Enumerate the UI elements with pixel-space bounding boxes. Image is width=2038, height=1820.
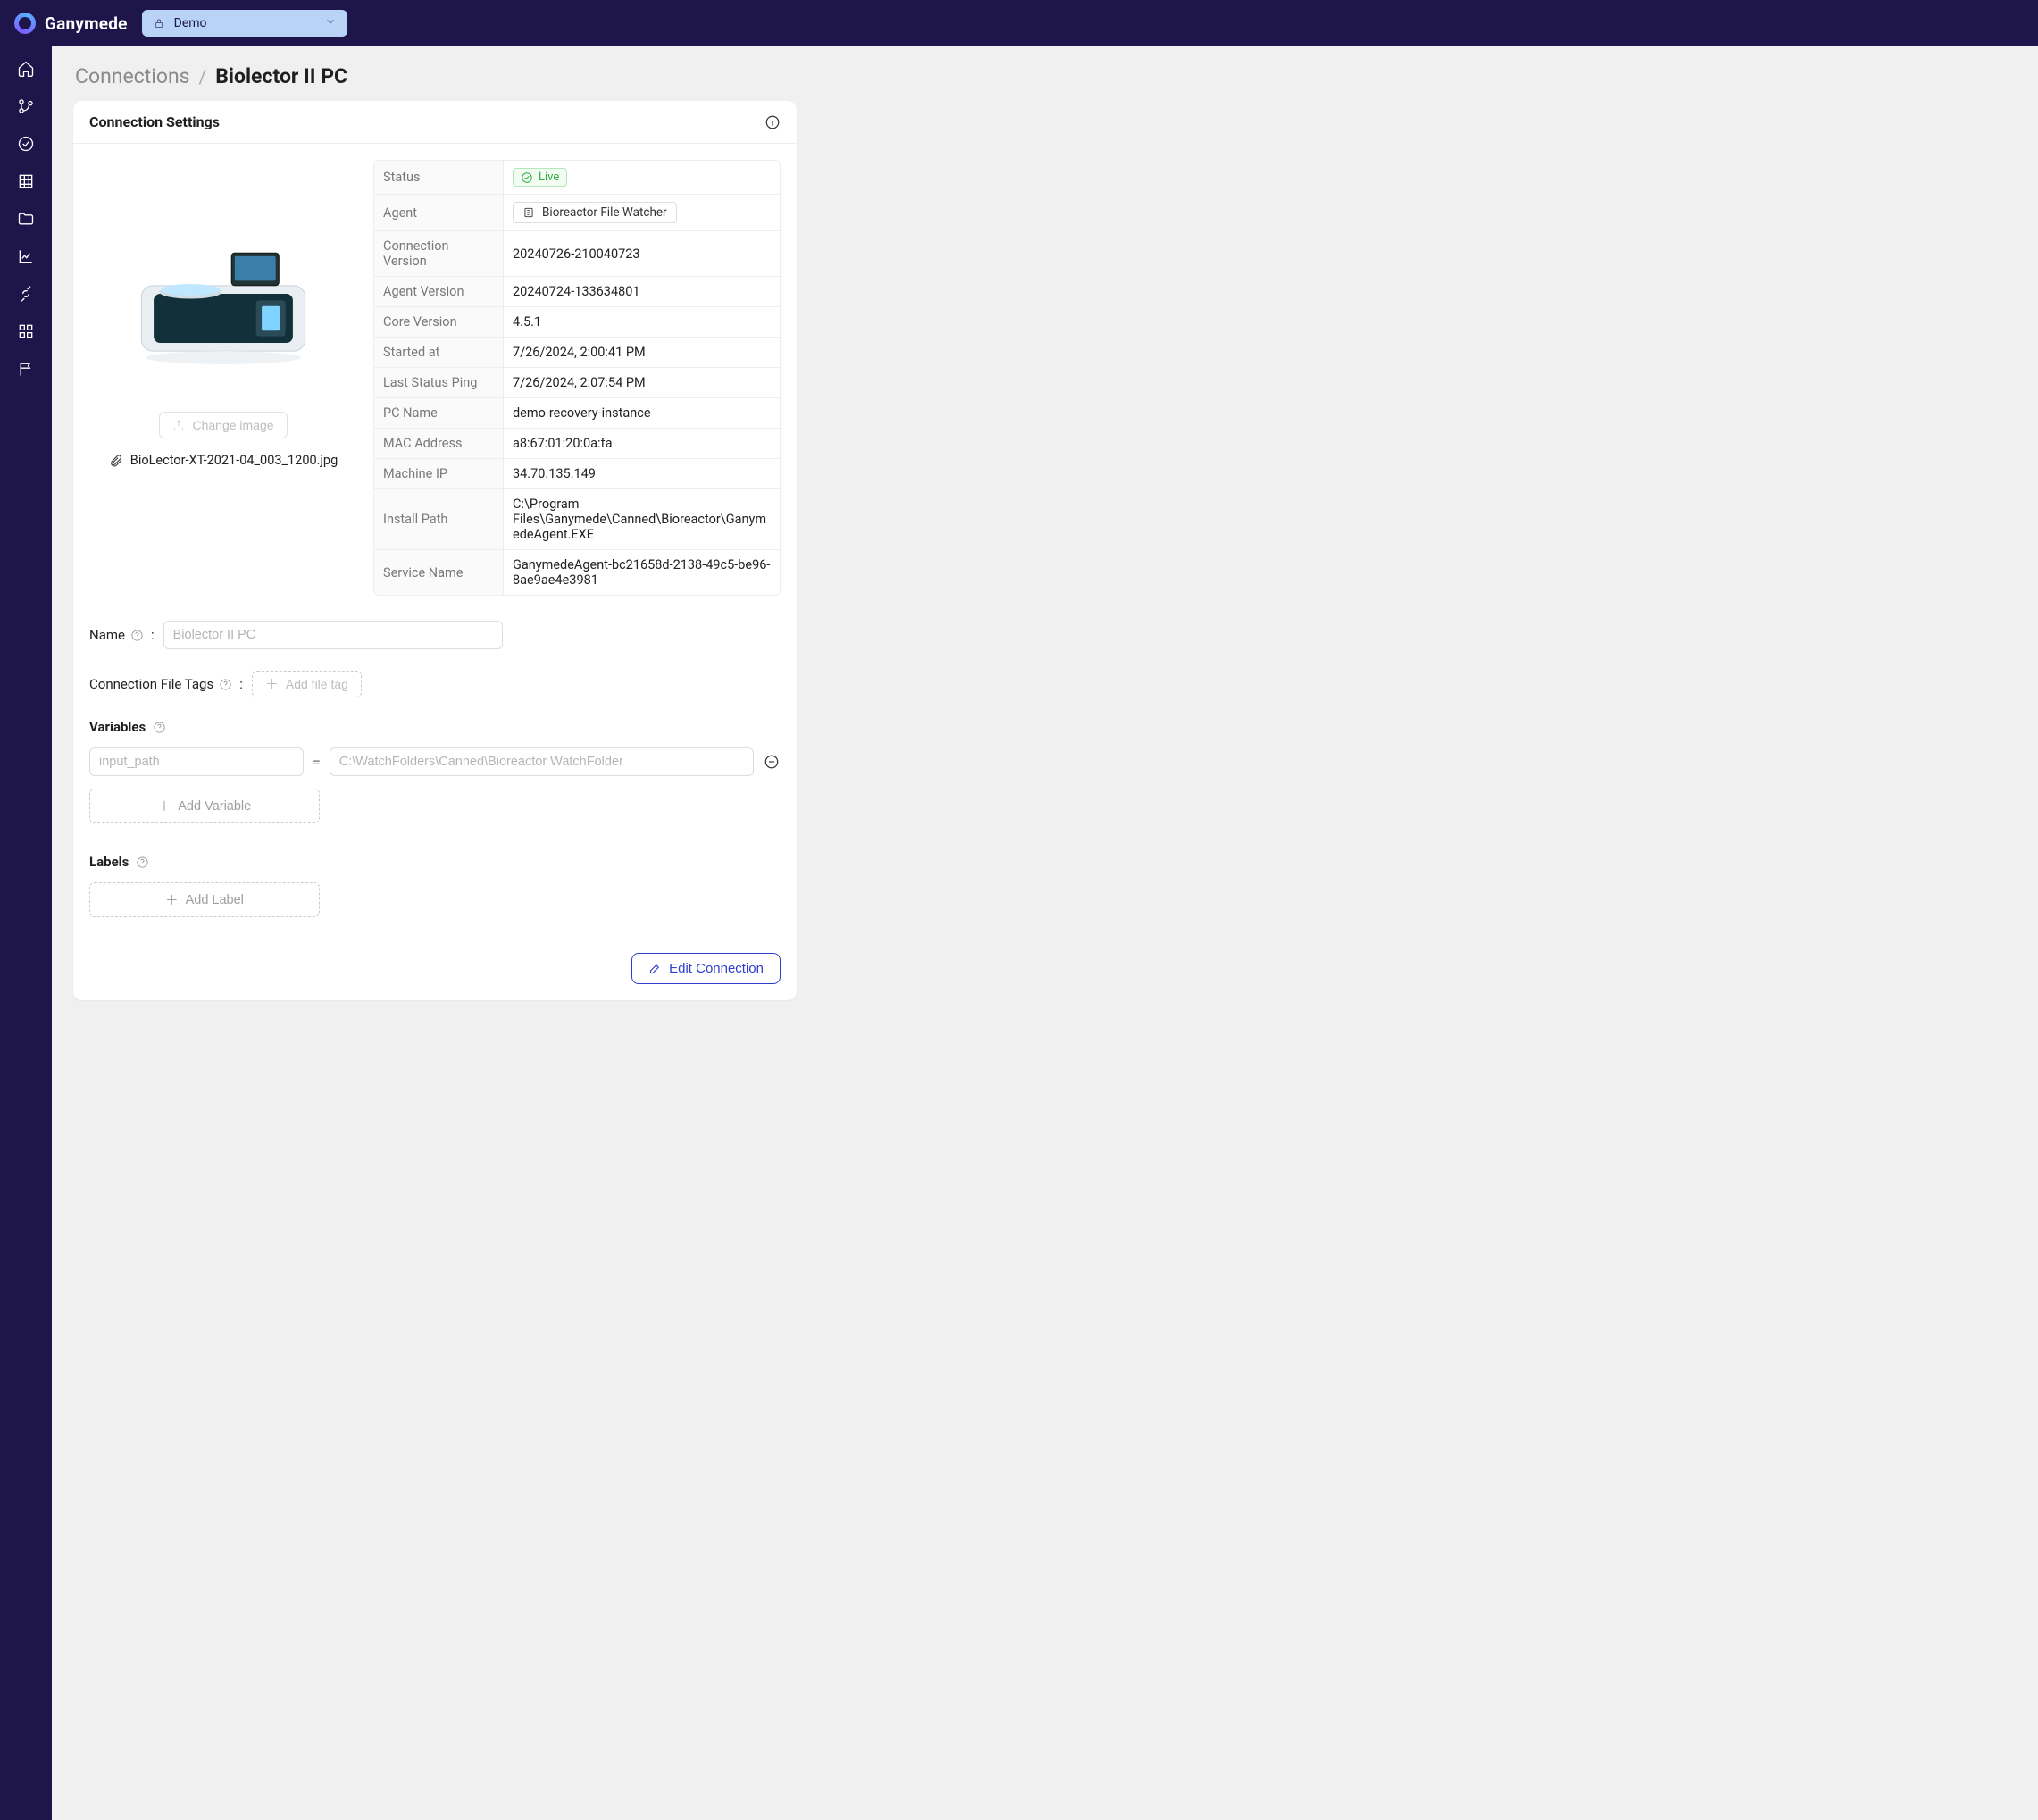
edit-connection-button[interactable]: Edit Connection [631,953,781,984]
name-input[interactable] [163,621,503,649]
brand: Ganymede [14,13,128,34]
ip-label: Machine IP [374,459,504,488]
add-variable-button[interactable]: ＋ Add Variable [89,789,320,823]
status-label: Status [374,161,504,194]
service-value: GanymedeAgent-bc21658d-2138-49c5-be96-8a… [504,550,780,595]
breadcrumb-current: Biolector II PC [215,64,347,88]
status-badge: Live [513,168,567,187]
help-icon[interactable] [136,856,149,869]
mac-label: MAC Address [374,429,504,458]
check-circle-icon [521,171,533,184]
nav-home-icon[interactable] [16,59,36,79]
edit-icon [648,962,662,975]
sidebar [0,46,52,1820]
name-label: Name : [89,627,155,643]
change-image-button[interactable]: Change image [159,412,287,438]
help-icon[interactable] [130,629,144,642]
lock-icon [153,17,165,29]
agent-version-label: Agent Version [374,277,504,306]
brand-name: Ganymede [45,13,128,34]
filename: BioLector-XT-2021-04_003_1200.jpg [130,453,338,468]
nav-apps-icon[interactable] [16,321,36,341]
main-content: Connections / Biolector II PC Connection… [52,46,2038,1820]
nav-plug-icon[interactable] [16,284,36,304]
install-label: Install Path [374,489,504,549]
pc-label: PC Name [374,398,504,428]
tags-label: Connection File Tags : [89,676,243,692]
service-label: Service Name [374,550,504,595]
started-value: 7/26/2024, 2:00:41 PM [504,338,780,367]
plus-icon: ＋ [158,797,171,815]
nav-grid-icon[interactable] [16,171,36,191]
conn-version-label: Connection Version [374,231,504,276]
nav-chart-icon[interactable] [16,246,36,266]
info-icon[interactable] [764,114,781,130]
help-icon[interactable] [219,678,232,691]
nav-branch-icon[interactable] [16,96,36,116]
variable-key-input[interactable] [89,747,304,776]
nav-check-icon[interactable] [16,134,36,154]
card-title: Connection Settings [89,113,220,130]
minus-circle-icon [764,754,780,770]
brand-logo-icon [14,13,36,34]
chevron-down-icon [324,15,337,31]
ping-label: Last Status Ping [374,368,504,397]
agent-version-value: 20240724-133634801 [504,277,780,306]
remove-variable-button[interactable] [763,753,781,771]
variable-value-input[interactable] [330,747,754,776]
environment-selector[interactable]: Demo [142,10,347,37]
connection-settings-card: Connection Settings [73,101,797,1000]
labels-heading: Labels [89,854,781,870]
plus-icon: ＋ [165,890,179,909]
nav-flag-icon[interactable] [16,359,36,379]
environment-value: Demo [174,16,207,30]
pc-value: demo-recovery-instance [504,398,780,428]
upload-icon [172,419,185,431]
started-label: Started at [374,338,504,367]
equals-sign: = [313,754,321,771]
filename-row: BioLector-XT-2021-04_003_1200.jpg [109,453,338,468]
breadcrumb-separator: / [199,67,207,88]
plus-icon: ＋ [265,678,279,691]
agent-label: Agent [374,195,504,230]
add-file-tag-button[interactable]: ＋ Add file tag [252,671,362,697]
variable-row: = [89,747,781,776]
ping-value: 7/26/2024, 2:07:54 PM [504,368,780,397]
connection-details-table: Status Live Agent [373,160,781,596]
ip-value: 34.70.135.149 [504,459,780,488]
mac-value: a8:67:01:20:0a:fa [504,429,780,458]
core-version-label: Core Version [374,307,504,337]
agent-icon [522,206,535,219]
breadcrumb: Connections / Biolector II PC [75,64,2017,88]
attachment-icon [109,454,123,468]
topbar: Ganymede Demo [0,0,2038,46]
breadcrumb-parent[interactable]: Connections [75,64,190,88]
help-icon[interactable] [153,721,166,734]
agent-badge[interactable]: Bioreactor File Watcher [513,202,677,223]
conn-version-value: 20240726-210040723 [504,231,780,276]
device-image [116,187,330,401]
install-value: C:\Program Files\Ganymede\Canned\Bioreac… [504,489,780,549]
nav-folder-icon[interactable] [16,209,36,229]
core-version-value: 4.5.1 [504,307,780,337]
add-label-button[interactable]: ＋ Add Label [89,882,320,917]
variables-heading: Variables [89,719,781,735]
